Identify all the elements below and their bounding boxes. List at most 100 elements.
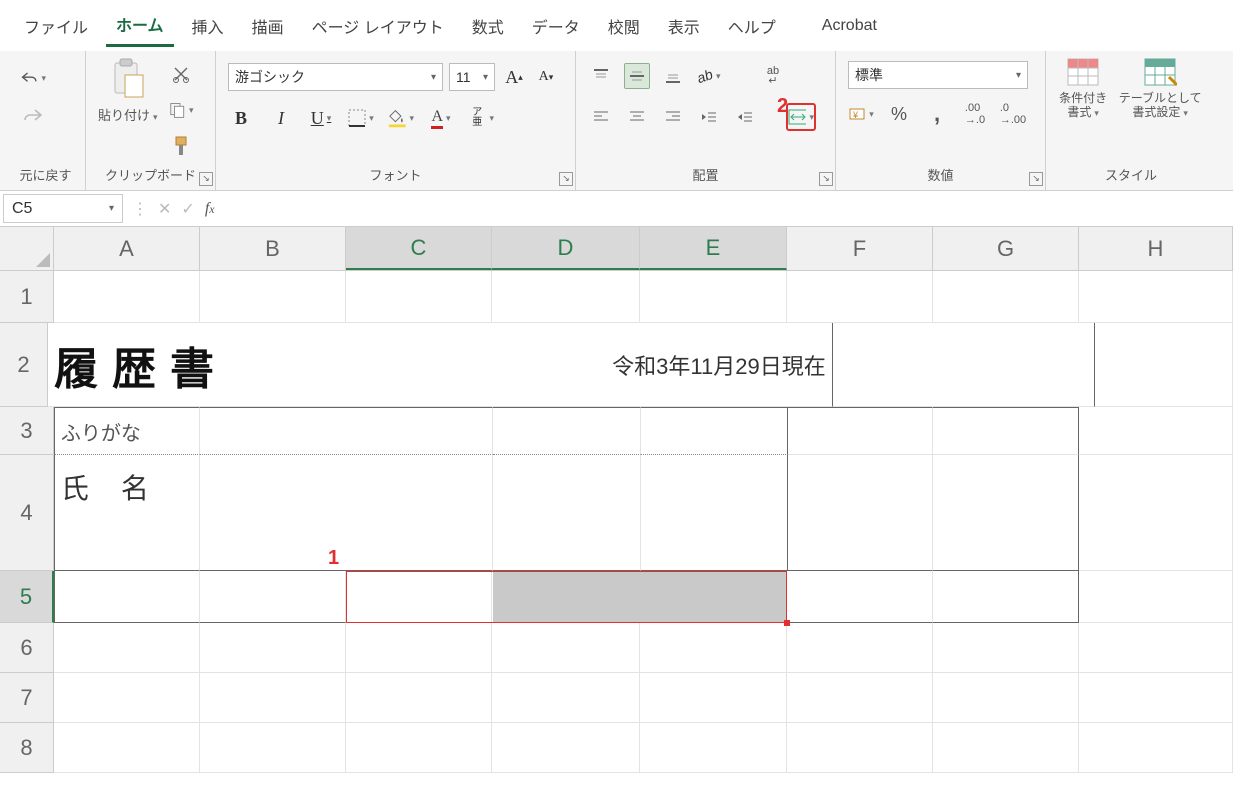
cell-G6[interactable] xyxy=(933,623,1079,673)
cut-button[interactable] xyxy=(168,61,194,87)
col-header-F[interactable]: F xyxy=(787,227,933,270)
align-middle-button[interactable] xyxy=(624,63,650,89)
align-center-button[interactable] xyxy=(624,104,650,130)
tab-help[interactable]: ヘルプ xyxy=(718,10,786,46)
cell-A1[interactable] xyxy=(54,271,200,323)
tab-formula[interactable]: 数式 xyxy=(462,10,514,46)
cell-A4[interactable]: 氏名 xyxy=(54,455,200,571)
redo-button[interactable] xyxy=(20,103,46,129)
cell-G4[interactable] xyxy=(933,455,1079,571)
bold-button[interactable]: B xyxy=(228,105,254,131)
row-header-3[interactable]: 3 xyxy=(0,407,54,455)
cell-D4[interactable] xyxy=(493,455,641,571)
cell-D6[interactable] xyxy=(492,623,640,673)
cell-A8[interactable] xyxy=(54,723,200,773)
clipboard-dialog-launcher[interactable]: ↘ xyxy=(199,172,213,186)
align-right-button[interactable] xyxy=(660,104,686,130)
tab-insert[interactable]: 挿入 xyxy=(182,10,234,46)
cell-F2[interactable] xyxy=(833,323,964,407)
decrease-indent-button[interactable] xyxy=(696,104,722,130)
cell-E4[interactable] xyxy=(641,455,788,571)
cell-D5[interactable] xyxy=(492,571,640,623)
undo-button[interactable] xyxy=(20,65,46,91)
align-dialog-launcher[interactable]: ↘ xyxy=(819,172,833,186)
cancel-formula-button[interactable]: ✕ xyxy=(158,199,171,219)
cell-H8[interactable] xyxy=(1079,723,1233,773)
cell-G3[interactable] xyxy=(933,407,1079,455)
cell-A2[interactable]: 履歴書 xyxy=(48,323,309,407)
cell-F1[interactable] xyxy=(787,271,933,323)
cell-D3[interactable] xyxy=(493,407,641,455)
fill-color-button[interactable] xyxy=(388,105,414,131)
row-header-1[interactable]: 1 xyxy=(0,271,54,323)
increase-decimal-button[interactable]: .00→.0 xyxy=(962,101,988,127)
cell-B1[interactable] xyxy=(200,271,346,323)
col-header-G[interactable]: G xyxy=(933,227,1079,270)
fx-icon[interactable]: fx xyxy=(205,200,215,218)
ruby-button[interactable]: ア亜 xyxy=(468,105,494,131)
tab-file[interactable]: ファイル xyxy=(14,10,98,46)
cell-F7[interactable] xyxy=(787,673,933,723)
cell-H6[interactable] xyxy=(1079,623,1233,673)
cell-B5[interactable] xyxy=(200,571,346,623)
col-header-E[interactable]: E xyxy=(640,227,787,270)
increase-indent-button[interactable] xyxy=(732,104,758,130)
cell-E3[interactable] xyxy=(641,407,788,455)
cell-H3[interactable] xyxy=(1079,407,1233,455)
cell-A3[interactable]: ふりがな xyxy=(54,407,200,455)
tab-draw[interactable]: 描画 xyxy=(242,10,294,46)
tab-data[interactable]: データ xyxy=(522,10,590,46)
cell-G1[interactable] xyxy=(933,271,1079,323)
cell-E8[interactable] xyxy=(640,723,787,773)
cell-C2[interactable] xyxy=(309,323,440,407)
cell-C8[interactable] xyxy=(346,723,492,773)
fbar-dropdown-icon[interactable]: ⋮ xyxy=(132,199,148,219)
cell-H2[interactable] xyxy=(1095,323,1233,407)
currency-button[interactable]: ¥ xyxy=(848,101,874,127)
formula-input[interactable] xyxy=(221,191,1233,226)
select-all-corner[interactable] xyxy=(0,227,54,270)
cell-F8[interactable] xyxy=(787,723,933,773)
cell-B4[interactable] xyxy=(200,455,494,571)
worksheet[interactable]: A B C D E F G H 1 2 履歴書 令和3年11月29日現在 3 ふ… xyxy=(0,227,1233,773)
cell-C1[interactable] xyxy=(346,271,492,323)
cell-D1[interactable] xyxy=(492,271,640,323)
italic-button[interactable]: I xyxy=(268,105,294,131)
font-name-select[interactable]: 游ゴシック▾ xyxy=(228,63,443,91)
format-painter-button[interactable] xyxy=(168,133,194,159)
underline-button[interactable]: U xyxy=(308,105,334,131)
wrap-text-button[interactable]: ab↵ xyxy=(760,63,786,89)
tab-layout[interactable]: ページ レイアウト xyxy=(302,10,454,46)
col-header-B[interactable]: B xyxy=(200,227,346,270)
col-header-A[interactable]: A xyxy=(54,227,200,270)
cell-A6[interactable] xyxy=(54,623,200,673)
number-format-select[interactable]: 標準▾ xyxy=(848,61,1028,89)
cell-E7[interactable] xyxy=(640,673,787,723)
cell-C5[interactable] xyxy=(346,571,492,623)
align-top-button[interactable] xyxy=(588,63,614,89)
tab-home[interactable]: ホーム xyxy=(106,8,174,47)
row-header-6[interactable]: 6 xyxy=(0,623,54,673)
tab-acrobat[interactable]: Acrobat xyxy=(812,13,887,43)
cell-B7[interactable] xyxy=(200,673,346,723)
row-header-8[interactable]: 8 xyxy=(0,723,54,773)
font-color-button[interactable]: A xyxy=(428,105,454,131)
align-bottom-button[interactable] xyxy=(660,63,686,89)
cell-B3[interactable] xyxy=(200,407,494,455)
row-header-5[interactable]: 5 xyxy=(0,571,54,623)
cell-C7[interactable] xyxy=(346,673,492,723)
cell-B8[interactable] xyxy=(200,723,346,773)
enter-formula-button[interactable]: ✓ xyxy=(181,199,194,219)
cell-D8[interactable] xyxy=(492,723,640,773)
table-format-button[interactable]: テーブルとして書式設定 xyxy=(1112,55,1208,122)
name-box[interactable]: C5▾ xyxy=(3,194,123,223)
cell-F5[interactable] xyxy=(787,571,933,623)
font-dialog-launcher[interactable]: ↘ xyxy=(559,172,573,186)
cell-H7[interactable] xyxy=(1079,673,1233,723)
cell-D2[interactable]: 令和3年11月29日現在 xyxy=(440,323,833,407)
cell-E6[interactable] xyxy=(640,623,787,673)
cell-G5[interactable] xyxy=(933,571,1079,623)
cell-G8[interactable] xyxy=(933,723,1079,773)
cell-E5[interactable] xyxy=(640,571,787,623)
cell-G2[interactable] xyxy=(964,323,1095,407)
